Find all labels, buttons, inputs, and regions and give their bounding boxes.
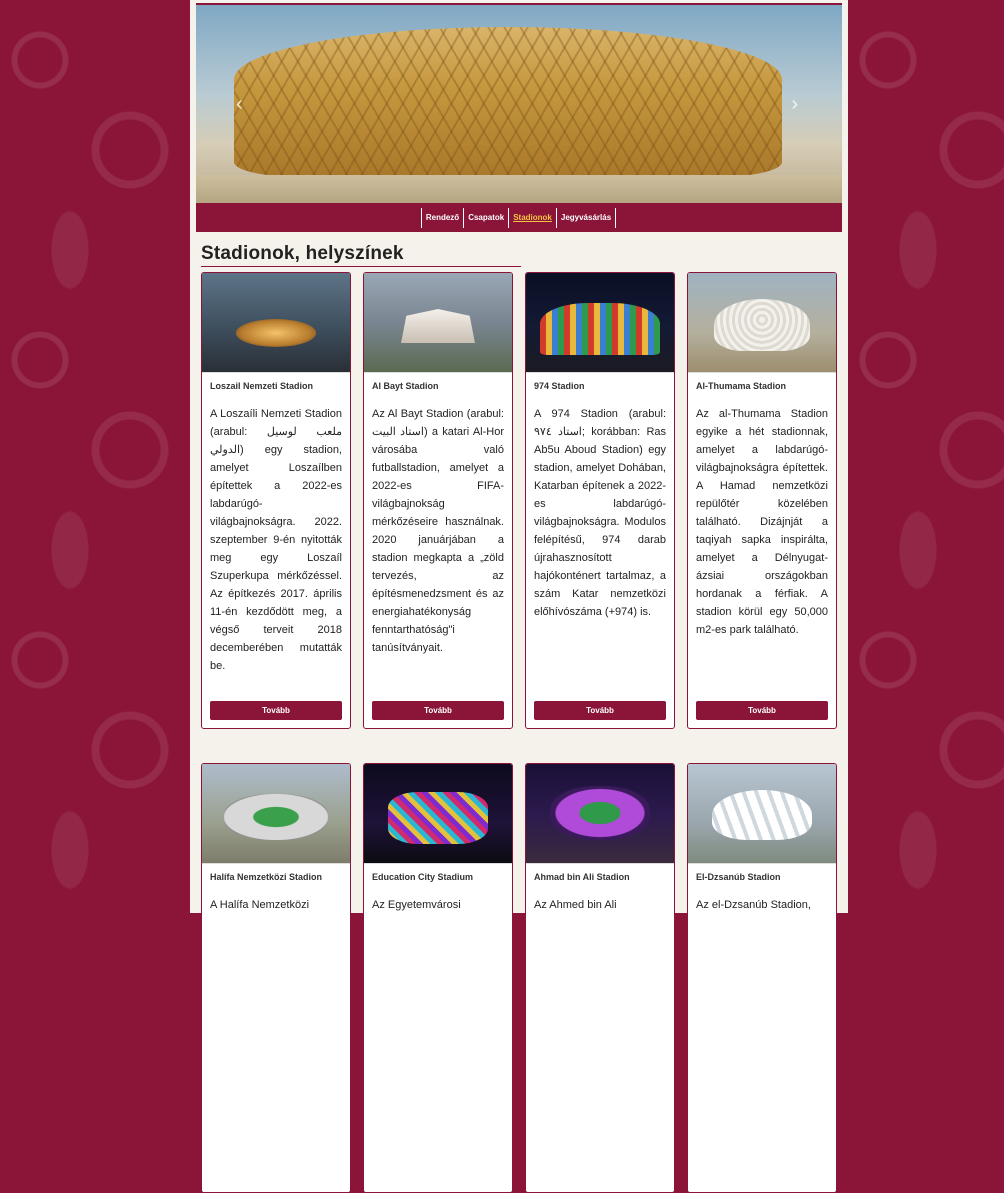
card-title: Halífa Nemzetközi Stadion [210, 872, 323, 882]
card-description: Az Egyetemvárosi [372, 899, 461, 911]
hero-stadium-image [234, 27, 782, 177]
more-button[interactable]: Tovább [210, 701, 342, 720]
stadium-card: Ahmad bin Ali Stadion Az Ahmed bin Ali [525, 763, 675, 1193]
page-title: Stadionok, helyszínek [201, 243, 521, 267]
chevron-left-icon[interactable]: ‹ [236, 93, 243, 116]
stadium-photo [526, 764, 674, 864]
page-container: ‹ › Rendező Csapatok Stadionok Jegyvásár… [190, 0, 848, 1193]
card-title: Ahmad bin Ali Stadion [534, 872, 630, 882]
card-title: El-Dzsanúb Stadion [696, 872, 781, 882]
chevron-right-icon[interactable]: › [791, 93, 798, 116]
card-description: Az al-Thumama Stadion egyike a hét stadi… [696, 408, 828, 636]
more-button[interactable]: Tovább [534, 701, 666, 720]
stadium-card: Al Bayt Stadion Az Al Bayt Stadion (arab… [363, 272, 513, 729]
stadium-photo [202, 764, 350, 864]
card-title: Education City Stadium [372, 872, 474, 882]
stadium-card: Halífa Nemzetközi Stadion A Halífa Nemze… [201, 763, 351, 1193]
stadium-photo [364, 764, 512, 864]
card-description: Az el-Dzsanúb Stadion, [696, 899, 811, 911]
stadium-card: Loszail Nemzeti Stadion A Loszaíli Nemze… [201, 272, 351, 729]
card-title: Al-Thumama Stadion [696, 381, 787, 391]
nav-rendezo[interactable]: Rendező [420, 207, 465, 228]
card-description: A 974 Stadion (arabul: استاد ٩٧٤; korább… [534, 408, 666, 618]
stadium-photo [526, 273, 674, 373]
stadium-card: Education City Stadium Az Egyetemvárosi [363, 763, 513, 1193]
card-title: 974 Stadion [534, 381, 585, 391]
hero-carousel: ‹ › [196, 3, 842, 205]
nav-csapatok[interactable]: Csapatok [463, 207, 510, 228]
more-button[interactable]: Tovább [696, 701, 828, 720]
stadium-card: El-Dzsanúb Stadion Az el-Dzsanúb Stadion… [687, 763, 837, 1193]
card-title: Al Bayt Stadion [372, 381, 439, 391]
hero-plaza [196, 175, 842, 205]
decorative-pattern-right [848, 0, 1004, 913]
stadium-card: 974 Stadion A 974 Stadion (arabul: استاد… [525, 272, 675, 729]
stadium-photo [688, 764, 836, 864]
stadium-photo [364, 273, 512, 373]
card-description: Az Ahmed bin Ali [534, 899, 617, 911]
card-description: Az Al Bayt Stadion (arabul: استاد البيت)… [372, 408, 504, 654]
decorative-pattern-left [0, 0, 190, 913]
more-button[interactable]: Tovább [372, 701, 504, 720]
card-title: Loszail Nemzeti Stadion [210, 381, 314, 391]
stadium-photo [202, 273, 350, 373]
stadium-card: Al-Thumama Stadion Az al-Thumama Stadion… [687, 272, 837, 729]
card-description: A Halífa Nemzetközi [210, 899, 310, 911]
main-navigation: Rendező Csapatok Stadionok Jegyvásárlás [196, 203, 842, 232]
nav-stadionok[interactable]: Stadionok [508, 207, 557, 228]
nav-jegyvasarlas[interactable]: Jegyvásárlás [555, 207, 617, 228]
card-description: A Loszaíli Nemzeti Stadion (arabul: ملعب… [210, 408, 342, 672]
stadium-photo [688, 273, 836, 373]
